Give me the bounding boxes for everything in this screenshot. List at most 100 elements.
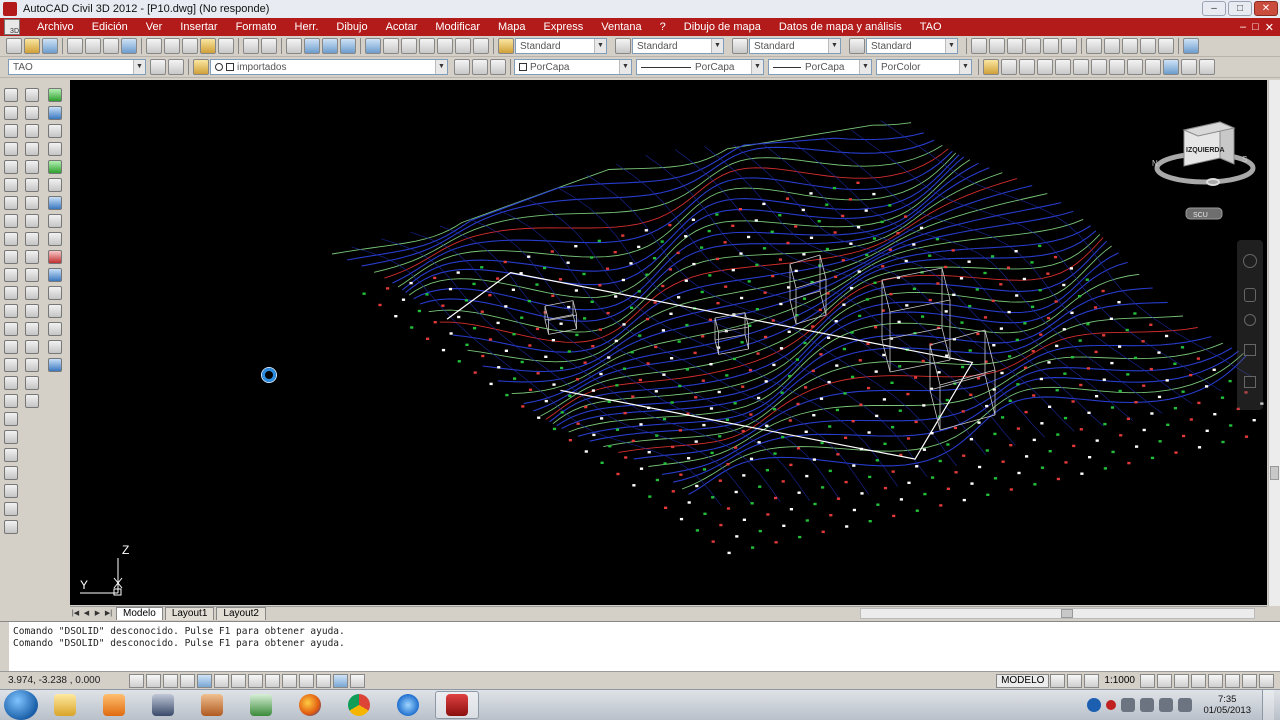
- print-preview-icon[interactable]: [85, 38, 101, 54]
- offset-icon[interactable]: [25, 142, 39, 156]
- civil-analysis-icon[interactable]: [48, 250, 62, 264]
- tab-modelo[interactable]: Modelo: [116, 607, 163, 620]
- region-icon[interactable]: [4, 376, 18, 390]
- new-icon[interactable]: [6, 38, 22, 54]
- points-icon[interactable]: [1001, 59, 1017, 75]
- vertical-scroll-thumb[interactable]: [1270, 466, 1279, 480]
- menu-archivo[interactable]: Archivo: [28, 21, 83, 33]
- lineweight-icon[interactable]: [299, 673, 314, 688]
- viewcube[interactable]: IZQUIERDA N S SCU: [1150, 110, 1260, 230]
- design-center-icon[interactable]: [383, 38, 399, 54]
- grid-icon[interactable]: [163, 673, 178, 688]
- layer-select[interactable]: importados ▼: [210, 59, 448, 75]
- mleader-style-icon[interactable]: [849, 38, 865, 54]
- isolate-objects-icon[interactable]: [1225, 673, 1240, 688]
- doc-minimize-button[interactable]: –: [1240, 21, 1246, 34]
- dim-style-icon[interactable]: [615, 38, 631, 54]
- markup-icon[interactable]: [437, 38, 453, 54]
- snap-icon[interactable]: [146, 673, 161, 688]
- civil-label-icon[interactable]: [48, 124, 62, 138]
- menu-ventana[interactable]: Ventana: [592, 21, 650, 33]
- civil-style-icon[interactable]: [48, 142, 62, 156]
- text-style-select[interactable]: Standard ▼: [515, 38, 607, 54]
- first-tab-icon[interactable]: |◀: [70, 608, 81, 619]
- map-query-icon[interactable]: [1181, 59, 1197, 75]
- cut-icon[interactable]: [146, 38, 162, 54]
- make-block-icon[interactable]: [4, 304, 18, 318]
- layer-previous-icon[interactable]: [472, 59, 488, 75]
- volume-icon[interactable]: [1178, 698, 1193, 712]
- showmotion-icon[interactable]: [1244, 376, 1256, 388]
- steering-wheel-icon[interactable]: [1243, 254, 1257, 268]
- annotation-visibility-icon[interactable]: [1140, 673, 1155, 688]
- menu-ver[interactable]: Ver: [137, 21, 172, 33]
- polyline-icon[interactable]: [4, 124, 18, 138]
- menu-herramientas[interactable]: Herr.: [286, 21, 328, 33]
- gradient-icon[interactable]: [4, 358, 18, 372]
- menu-datos-de-mapa[interactable]: Datos de mapa y análisis: [770, 21, 911, 33]
- properties-icon[interactable]: [365, 38, 381, 54]
- view-top-icon[interactable]: [971, 38, 987, 54]
- image-icon[interactable]: [4, 502, 18, 516]
- tab-layout1[interactable]: Layout1: [164, 607, 215, 620]
- align-icon[interactable]: [25, 376, 39, 390]
- customize-icon[interactable]: [168, 59, 184, 75]
- horizontal-scroll-thumb[interactable]: [1061, 609, 1073, 618]
- calculator-icon[interactable]: [455, 38, 471, 54]
- show-hidden-icons-icon[interactable]: [1121, 698, 1136, 712]
- menu-modificar[interactable]: Modificar: [426, 21, 489, 33]
- menu-acotar[interactable]: Acotar: [377, 21, 427, 33]
- 3d-osnap-icon[interactable]: [231, 673, 246, 688]
- civil-section-icon[interactable]: [48, 196, 62, 210]
- close-button[interactable]: ✕: [1254, 1, 1278, 16]
- view-front-icon[interactable]: [1043, 38, 1059, 54]
- rotate-icon[interactable]: [25, 196, 39, 210]
- zoom-realtime-icon[interactable]: [304, 38, 320, 54]
- infer-constraints-icon[interactable]: [129, 673, 144, 688]
- next-tab-icon[interactable]: ▶: [92, 608, 103, 619]
- layer-state-icon[interactable]: [490, 59, 506, 75]
- show-desktop-button[interactable]: [1262, 690, 1274, 720]
- menu-formato[interactable]: Formato: [227, 21, 286, 33]
- polar-icon[interactable]: [197, 673, 212, 688]
- civil-report-icon[interactable]: [48, 304, 62, 318]
- view-back-icon[interactable]: [1061, 38, 1077, 54]
- text-style-icon[interactable]: [498, 38, 514, 54]
- taskbar-hp[interactable]: [239, 691, 283, 719]
- copy-icon[interactable]: [164, 38, 180, 54]
- taskbar-explorer[interactable]: [43, 691, 87, 719]
- taskbar-media-player[interactable]: [92, 691, 136, 719]
- annotation-scale[interactable]: 1:1000: [1104, 675, 1135, 686]
- alert-tray-icon[interactable]: [1106, 700, 1117, 710]
- layer-properties-icon[interactable]: [193, 59, 209, 75]
- ortho-icon[interactable]: [180, 673, 195, 688]
- taskbar-autocad[interactable]: [435, 691, 479, 719]
- doc-close-button[interactable]: ✕: [1265, 21, 1274, 34]
- parcel-icon[interactable]: [1091, 59, 1107, 75]
- open-icon[interactable]: [24, 38, 40, 54]
- taskbar-firefox[interactable]: [288, 691, 332, 719]
- pan-hand-icon[interactable]: [1244, 288, 1256, 302]
- quick-properties-icon[interactable]: [333, 673, 348, 688]
- map-tools-icon[interactable]: [1199, 59, 1215, 75]
- doc-restore-button[interactable]: □: [1252, 21, 1259, 34]
- section-icon[interactable]: [1055, 59, 1071, 75]
- match-properties-icon[interactable]: [200, 38, 216, 54]
- chamfer-icon[interactable]: [25, 322, 39, 336]
- document-icon[interactable]: 3D: [4, 19, 20, 35]
- workspace-select[interactable]: TAO ▼: [8, 59, 146, 75]
- view-se-iso-icon[interactable]: [1104, 38, 1120, 54]
- color-select[interactable]: PorCapa ▼: [514, 59, 632, 75]
- undo-icon[interactable]: [243, 38, 259, 54]
- maximize-button[interactable]: □: [1228, 1, 1252, 16]
- layout-icon[interactable]: [4, 448, 18, 462]
- ellipse-arc-icon[interactable]: [4, 268, 18, 282]
- civil-grading-icon[interactable]: [48, 232, 62, 246]
- arc-icon[interactable]: [4, 178, 18, 192]
- ellipse-icon[interactable]: [4, 250, 18, 264]
- attach-icon[interactable]: [4, 520, 18, 534]
- view-ne-iso-icon[interactable]: [1122, 38, 1138, 54]
- join-icon[interactable]: [25, 304, 39, 318]
- ducs-icon[interactable]: [265, 673, 280, 688]
- zoom-previous-icon[interactable]: [340, 38, 356, 54]
